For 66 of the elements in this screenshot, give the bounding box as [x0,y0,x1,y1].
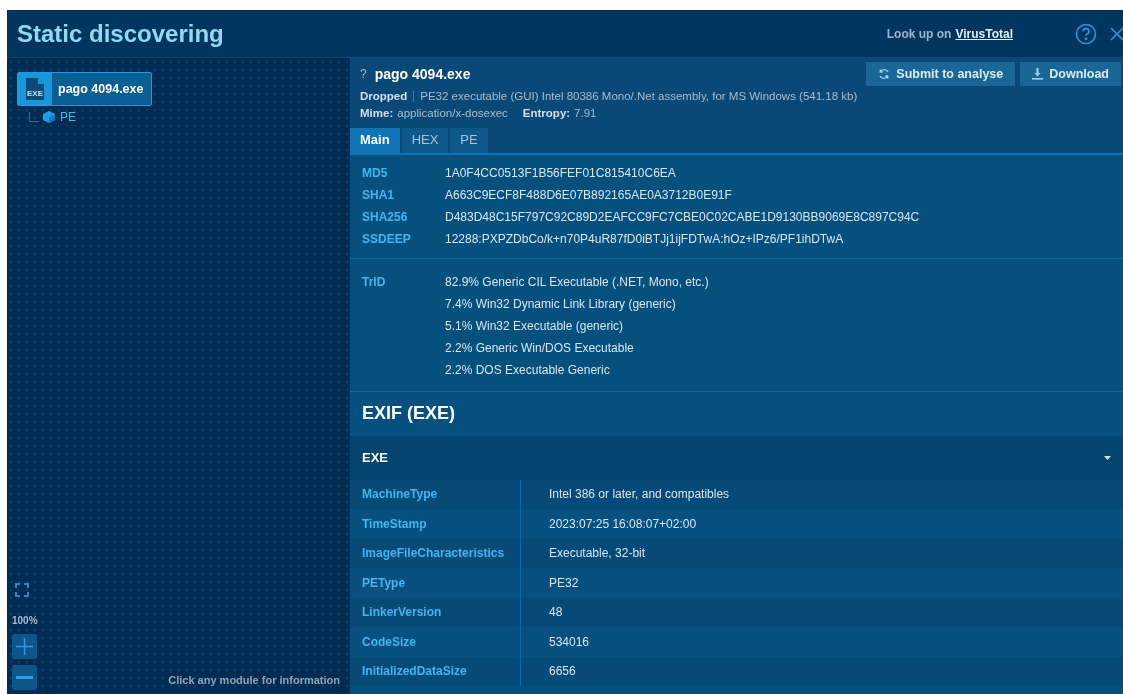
virustotal-link[interactable]: VirusTotal [955,24,1013,43]
tree-item[interactable]: PE [60,108,76,126]
submit-button[interactable]: Submit to analyse [866,62,1016,86]
group-title: EXE [362,448,389,467]
exif-value: PE32 [548,574,579,592]
node-label: pago 4094.exe [57,80,144,98]
download-icon [1032,68,1044,80]
exif-value: 6656 [548,663,576,681]
zoom-in-button[interactable] [12,634,37,659]
hash-label: SHA256 [362,208,409,226]
caret-icon [1104,455,1111,460]
cube-icon [43,111,55,123]
hash-value: A663C9ECF8F488D6E07B892165AE0A3712B0E91F [445,186,732,204]
fit-screen-icon[interactable] [15,583,29,597]
module-node[interactable]: EXE pago 4094.exe [17,72,152,106]
exif-key: InitializedDataSize [350,662,520,681]
exif-key: LinkerVersion [350,603,520,622]
mime-label: Mime: [360,106,394,122]
status-label: Dropped [360,89,408,104]
refresh-icon [878,68,891,80]
file-icon [25,77,45,101]
tab[interactable]: PE [450,127,488,153]
exif-key: PEType [350,573,520,592]
tab[interactable]: Main [350,127,400,153]
exif-key: CodeSize [350,632,520,651]
minus-icon [16,676,33,679]
exif-key: ImageFileCharacteristics [350,544,520,563]
tree-connector [29,112,39,122]
exif-value: Executable, 32-bit [548,545,646,563]
hash-label: SHA1 [362,186,395,204]
mime-value: application/x-dosexec [397,106,508,122]
download-button[interactable]: Download [1020,62,1121,86]
hash-value: 1A0F4CC0513F1B56FEF01C815410C6EA [445,164,676,182]
trid-entry: 2.2% Generic Win/DOS Executable [445,339,635,357]
trid-entry: 82.9% Generic CIL Executable (.NET, Mono, etc.) [445,273,709,291]
trid-entry: 7.4% Win32 Dynamic Link Library (generic) [445,295,677,313]
zoom-level: 100% [12,614,38,628]
hash-label: MD5 [362,164,389,182]
help-icon[interactable] [1075,22,1097,45]
exif-value: 2023:07:25 16:08:07+02:00 [548,515,697,533]
exif-value: Intel 386 or later, and compatibles [548,486,730,504]
hash-label: SSDEEP [362,230,412,248]
trid-entry: 5.1% Win32 Executable (generic) [445,317,625,335]
file-description: PE32 executable (GUI) Intel 80386 Mono/.Net assembly, for MS Windows (541.18 kb) [420,89,858,104]
exif-key: TimeStamp [350,514,520,533]
file-name: pago 4094.exe [374,64,471,84]
entropy-label: Entropy: [522,106,571,122]
hint-text: Click any module for information [168,672,340,688]
hash-value: D483D48C15F797C92C89D2EAFCC9FC7CBE0C02CABE1D9130BB9069E8C897C94C [445,208,920,226]
window-title: Static discovering [17,18,224,49]
tab[interactable]: HEX [401,127,449,153]
entropy-value: 7.91 [574,106,597,122]
trid-entry: 2.2% DOS Executable Generic [445,361,611,379]
group-header[interactable]: EXE [350,435,1123,480]
exif-value: 48 [548,604,563,622]
exif-value: 534016 [548,633,590,651]
close-icon[interactable] [1109,25,1123,42]
plus-icon [16,638,33,655]
file-type-label: EXE [26,90,44,98]
trid-label: TrID [362,273,387,291]
hash-value: 12288:PXPZDbCo/k+n70P4uR87fD0iBTJj1ijFDTwA:hOz+IPz6/PF1ihDTwA [445,230,844,248]
unknown-mark: ? [360,66,367,83]
lookup-label: Look up on [886,25,952,43]
section-title: EXIF (EXE) [362,402,455,425]
zoom-out-button[interactable] [12,665,37,690]
exif-key: MachineType [350,485,520,504]
